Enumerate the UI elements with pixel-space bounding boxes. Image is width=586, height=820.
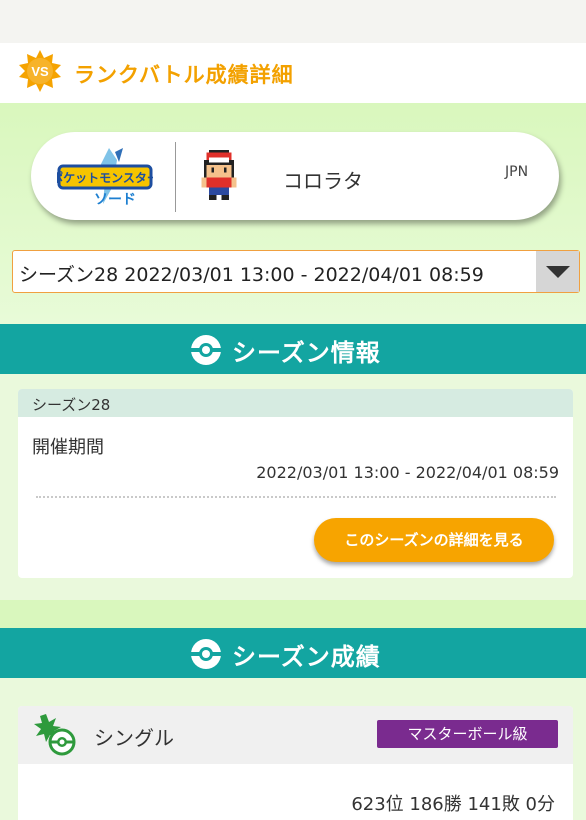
season-info-title: シーズン情報 bbox=[232, 339, 381, 367]
dotted-divider bbox=[36, 496, 556, 498]
chevron-down-icon bbox=[546, 266, 570, 278]
season-info-header: シーズン情報 bbox=[0, 324, 586, 374]
vs-badge-text: VS bbox=[31, 64, 49, 79]
pokeball-icon bbox=[191, 639, 221, 669]
svg-text:ソード: ソード bbox=[94, 191, 136, 207]
page: VS ランクバトル成績詳細 ポケットモンスター ソード コロラタ JPN シーズ… bbox=[0, 0, 586, 820]
season-select[interactable]: シーズン28 2022/03/01 13:00 - 2022/04/01 08:… bbox=[12, 250, 580, 293]
season-results-section: シングル マスターボール級 623位 186勝 141敗 0分 bbox=[0, 678, 586, 820]
season-detail-button[interactable]: このシーズンの詳細を見る bbox=[314, 518, 554, 562]
single-battle-record: 623位 186勝 141敗 0分 bbox=[351, 794, 555, 815]
pokemon-sword-logo: ポケットモンスター ソード bbox=[57, 148, 153, 207]
season-info-card: シーズン28 開催期間 2022/03/01 13:00 - 2022/04/0… bbox=[18, 389, 573, 578]
season-select-value: シーズン28 2022/03/01 13:00 - 2022/04/01 08:… bbox=[19, 264, 484, 286]
season-info-section: シーズン28 開催期間 2022/03/01 13:00 - 2022/04/0… bbox=[0, 374, 586, 600]
vs-badge-icon: VS bbox=[19, 50, 61, 92]
season-results-title: シーズン成績 bbox=[232, 643, 381, 671]
season-results-header: シーズン成績 bbox=[0, 628, 586, 678]
trainer-area: ポケットモンスター ソード コロラタ JPN シーズン28 2022/03/01… bbox=[0, 103, 586, 324]
page-header: VS ランクバトル成績詳細 bbox=[0, 43, 586, 103]
pokeball-icon bbox=[191, 335, 221, 365]
svg-text:ポケットモンスター: ポケットモンスター bbox=[57, 170, 153, 185]
single-battle-card: シングル マスターボール級 623位 186勝 141敗 0分 bbox=[18, 706, 573, 820]
period-label: 開催期間 bbox=[32, 437, 104, 458]
period-value: 2022/03/01 13:00 - 2022/04/01 08:59 bbox=[256, 463, 559, 482]
single-battle-label: シングル bbox=[94, 726, 174, 750]
season-select-toggle[interactable] bbox=[536, 251, 579, 292]
trainer-card: ポケットモンスター ソード コロラタ JPN bbox=[31, 132, 559, 220]
single-battle-icon bbox=[34, 714, 76, 756]
single-card-header: シングル マスターボール級 bbox=[18, 706, 573, 764]
rank-class-badge: マスターボール級 bbox=[377, 720, 558, 748]
trainer-avatar bbox=[201, 150, 237, 200]
trainer-region: JPN bbox=[505, 164, 529, 180]
trainer-name: コロラタ bbox=[283, 169, 363, 193]
card-divider bbox=[175, 142, 176, 212]
section-gap bbox=[0, 600, 586, 628]
page-title: ランクバトル成績詳細 bbox=[74, 63, 294, 87]
season-card-title: シーズン28 bbox=[18, 389, 573, 417]
